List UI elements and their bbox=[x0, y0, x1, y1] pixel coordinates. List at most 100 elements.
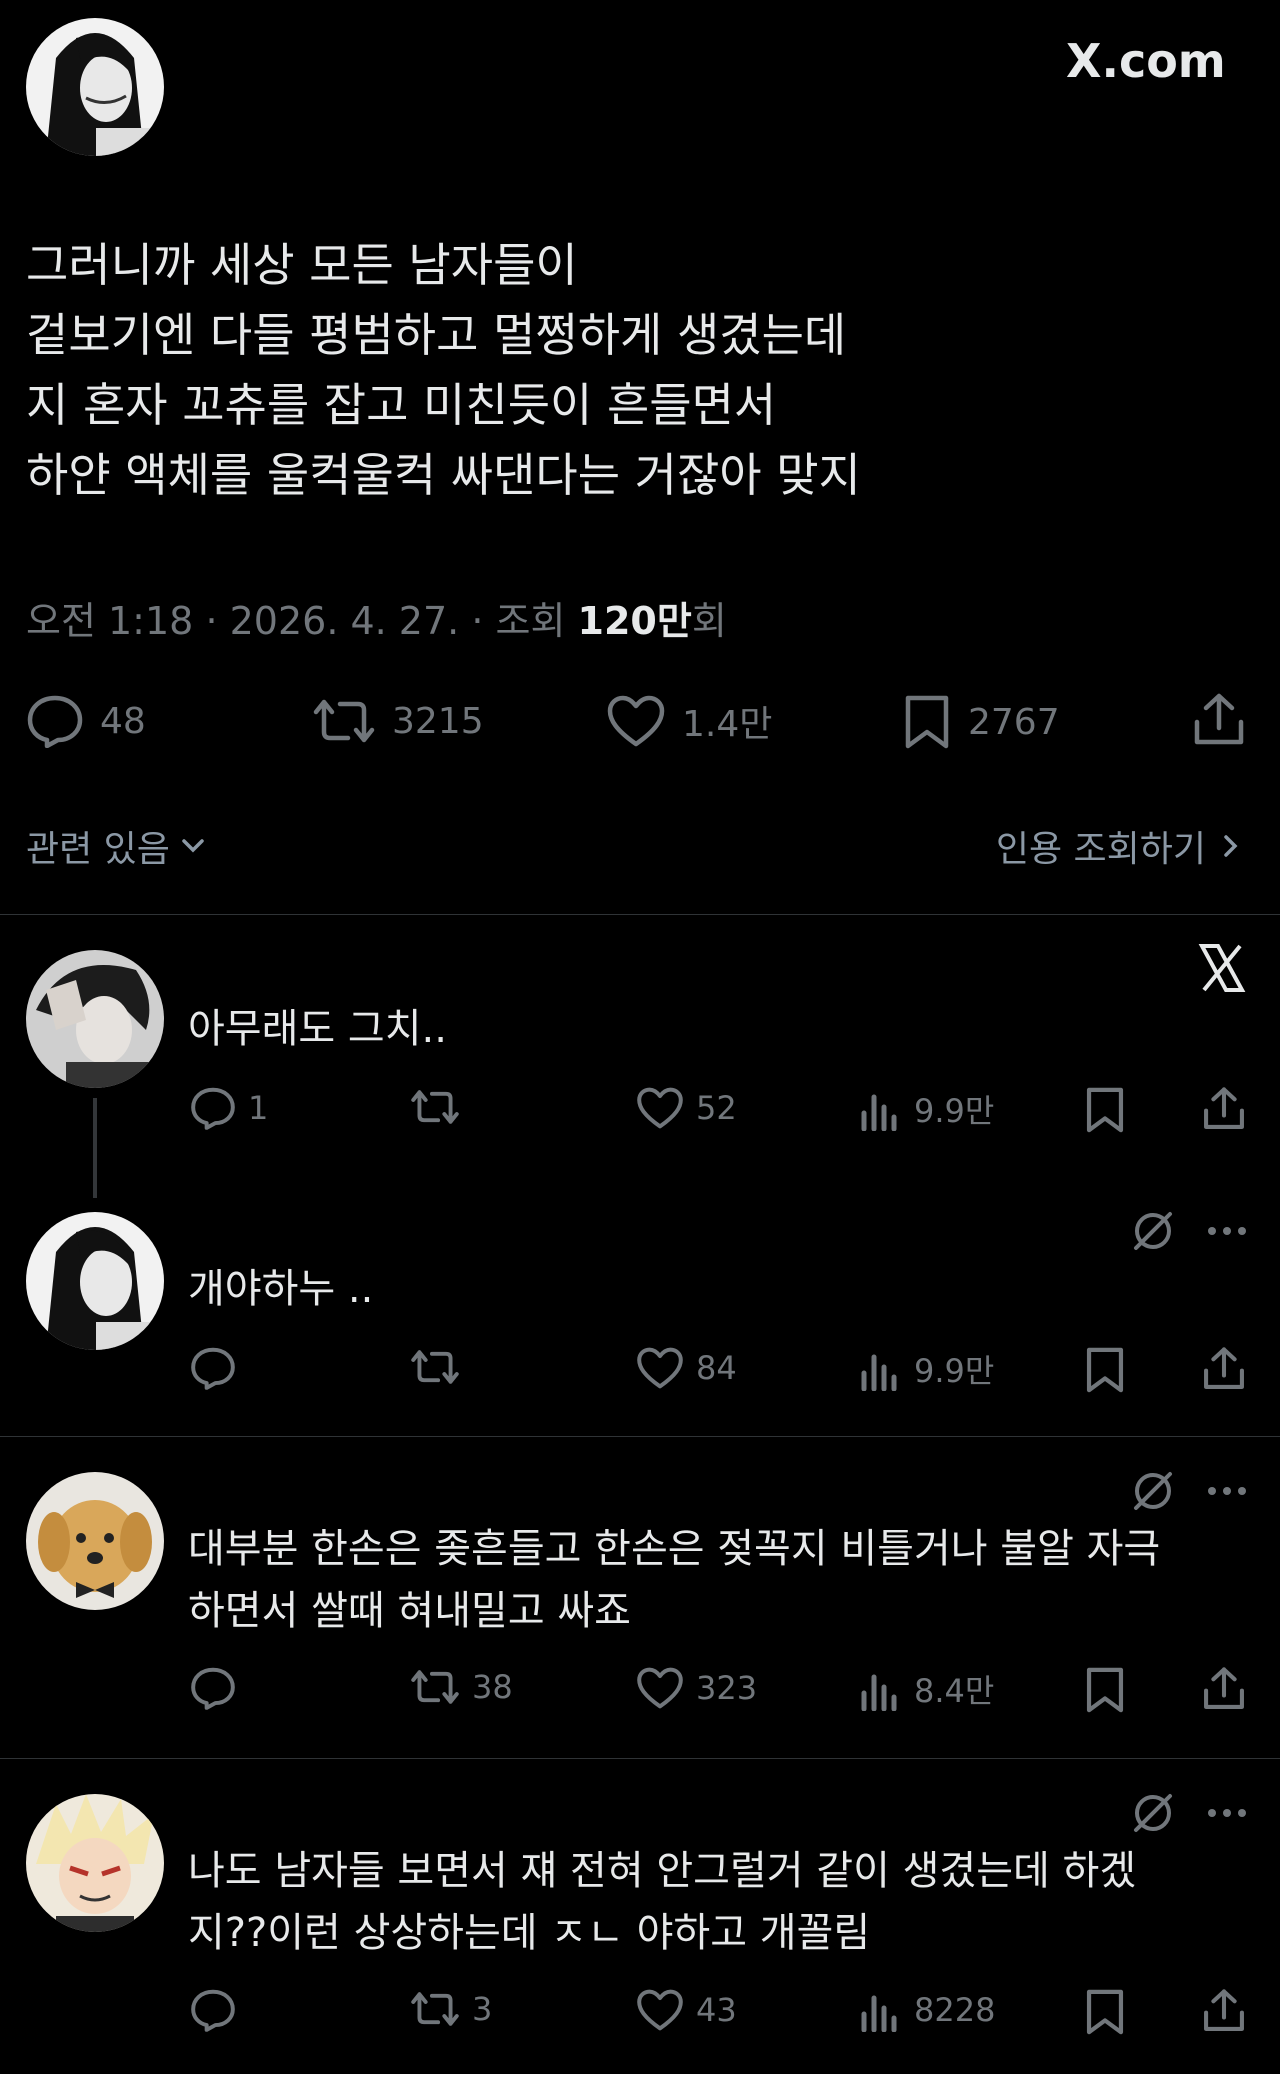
views-label: 조회 bbox=[495, 599, 566, 643]
views-suffix: 회 bbox=[691, 599, 727, 643]
not-relevant-icon[interactable] bbox=[1130, 1468, 1176, 1518]
reply-reply-button[interactable] bbox=[190, 1346, 248, 1390]
related-dropdown[interactable]: 관련 있음 bbox=[26, 820, 208, 872]
heart-icon bbox=[607, 695, 665, 747]
reply-like-count: 84 bbox=[696, 1349, 737, 1387]
reply-text: 나도 남자들 보면서 쟤 전혀 안그럴거 같이 생겼는데 하겠 지??이런 상상… bbox=[188, 1848, 1137, 1956]
views-icon bbox=[861, 1995, 897, 2032]
divider bbox=[0, 1758, 1280, 1759]
heart-icon bbox=[637, 1667, 683, 1709]
like-button[interactable]: 1.4만 bbox=[606, 694, 772, 748]
reply-views-count: 8228 bbox=[914, 1991, 996, 2029]
bookmark-count: 2767 bbox=[968, 701, 1060, 743]
repost-icon bbox=[411, 1350, 459, 1384]
reply-avatar[interactable] bbox=[26, 950, 164, 1088]
reply-repost-button[interactable] bbox=[410, 1086, 472, 1128]
quote-views-label: 인용 조회하기 bbox=[995, 829, 1206, 870]
reply-like-button[interactable]: 84 bbox=[636, 1346, 737, 1390]
views-count: 120만 bbox=[577, 599, 692, 643]
reply-like-count: 323 bbox=[696, 1669, 758, 1707]
more-icon[interactable] bbox=[1204, 1214, 1250, 1252]
more-icon[interactable] bbox=[1204, 1796, 1250, 1834]
post-meta: 오전 1:18 · 2026. 4. 27. · 조회 120만회 bbox=[26, 599, 727, 643]
reply-like-count: 52 bbox=[696, 1089, 737, 1127]
reply-repost-button[interactable] bbox=[410, 1346, 472, 1388]
reply-icon bbox=[191, 1667, 235, 1710]
divider bbox=[0, 1436, 1280, 1437]
reply-share-button[interactable] bbox=[1202, 1346, 1258, 1392]
reply-avatar[interactable] bbox=[26, 1472, 164, 1610]
reply-views-button[interactable]: 9.9만 bbox=[860, 1346, 994, 1392]
repost-icon bbox=[411, 1992, 459, 2026]
post-time[interactable]: 오전 1:18 bbox=[26, 599, 193, 643]
quote-views-link[interactable]: 인용 조회하기 bbox=[996, 820, 1246, 872]
reply-icon bbox=[27, 695, 83, 748]
reply-icon bbox=[191, 1989, 235, 2032]
reply-text: 아무래도 그치.. bbox=[188, 1006, 447, 1052]
repost-count: 3215 bbox=[392, 700, 484, 742]
reply-views-button[interactable]: 9.9만 bbox=[860, 1086, 994, 1132]
views-icon bbox=[861, 1094, 897, 1131]
heart-icon bbox=[637, 1347, 683, 1389]
views-icon bbox=[861, 1354, 897, 1391]
share-icon bbox=[1204, 1347, 1244, 1389]
reply-share-button[interactable] bbox=[1202, 1988, 1258, 2034]
reply-repost-count: 38 bbox=[472, 1668, 513, 1706]
repost-button[interactable]: 3215 bbox=[312, 694, 484, 748]
not-relevant-icon[interactable] bbox=[1130, 1208, 1176, 1258]
reply-views-count: 9.9만 bbox=[914, 1352, 995, 1390]
like-count: 1.4만 bbox=[682, 704, 773, 745]
x-close-icon[interactable] bbox=[1196, 942, 1248, 998]
reply-bookmark-button[interactable] bbox=[1084, 1988, 1138, 2036]
reply-repost-count: 3 bbox=[472, 1990, 493, 2028]
reply-bookmark-button[interactable] bbox=[1084, 1086, 1138, 1134]
share-icon bbox=[1204, 1087, 1244, 1129]
reply-like-count: 43 bbox=[696, 1991, 737, 2029]
reply-reply-button[interactable] bbox=[190, 1666, 248, 1710]
reply-icon bbox=[191, 1347, 235, 1390]
bookmark-icon bbox=[905, 695, 949, 749]
reply-avatar[interactable] bbox=[26, 1212, 164, 1350]
reply-repost-button[interactable]: 38 bbox=[410, 1666, 513, 1708]
reply-reply-button[interactable]: 1 bbox=[190, 1086, 268, 1130]
thread-line bbox=[93, 1098, 97, 1198]
reply-share-button[interactable] bbox=[1202, 1666, 1258, 1712]
reply-repost-button[interactable]: 3 bbox=[410, 1988, 492, 2030]
reply-text: 대부분 한손은 좆흔들고 한손은 젖꼭지 비틀거나 불알 자극 하면서 쌀때 혀… bbox=[188, 1526, 1161, 1634]
bookmark-icon bbox=[1086, 1347, 1124, 1393]
heart-icon bbox=[637, 1087, 683, 1129]
reply-views-button[interactable]: 8228 bbox=[860, 1988, 995, 2032]
reply-views-button[interactable]: 8.4만 bbox=[860, 1666, 994, 1712]
share-icon bbox=[1204, 1667, 1244, 1709]
chevron-right-icon bbox=[1224, 835, 1238, 857]
reply-avatar[interactable] bbox=[26, 1794, 164, 1932]
repost-icon bbox=[313, 699, 375, 743]
reply-bookmark-button[interactable] bbox=[1084, 1666, 1138, 1714]
related-label: 관련 있음 bbox=[26, 829, 170, 870]
reply-text: 개야하누 .. bbox=[188, 1266, 374, 1312]
reply-views-count: 9.9만 bbox=[914, 1092, 995, 1130]
views-icon bbox=[861, 1674, 897, 1711]
reply-icon bbox=[191, 1087, 235, 1130]
bookmark-icon bbox=[1086, 1087, 1124, 1133]
reply-like-button[interactable]: 323 bbox=[636, 1666, 757, 1710]
reply-reply-count: 1 bbox=[248, 1089, 269, 1127]
author-avatar[interactable] bbox=[26, 18, 164, 156]
reply-like-button[interactable]: 43 bbox=[636, 1988, 737, 2032]
reply-count: 48 bbox=[100, 700, 146, 742]
post-date[interactable]: 2026. 4. 27. bbox=[230, 599, 460, 643]
reply-views-count: 8.4만 bbox=[914, 1672, 995, 1710]
reply-share-button[interactable] bbox=[1202, 1086, 1258, 1132]
reply-like-button[interactable]: 52 bbox=[636, 1086, 737, 1130]
heart-icon bbox=[637, 1989, 683, 2031]
bookmark-icon bbox=[1086, 1989, 1124, 2035]
bookmark-button[interactable]: 2767 bbox=[902, 694, 1060, 750]
not-relevant-icon[interactable] bbox=[1130, 1790, 1176, 1840]
reply-bookmark-button[interactable] bbox=[1084, 1346, 1138, 1394]
divider bbox=[0, 914, 1280, 915]
share-button[interactable] bbox=[1192, 692, 1246, 752]
reply-button[interactable]: 48 bbox=[26, 694, 146, 748]
share-icon bbox=[1204, 1989, 1244, 2031]
more-icon[interactable] bbox=[1204, 1474, 1250, 1512]
reply-reply-button[interactable] bbox=[190, 1988, 248, 2032]
